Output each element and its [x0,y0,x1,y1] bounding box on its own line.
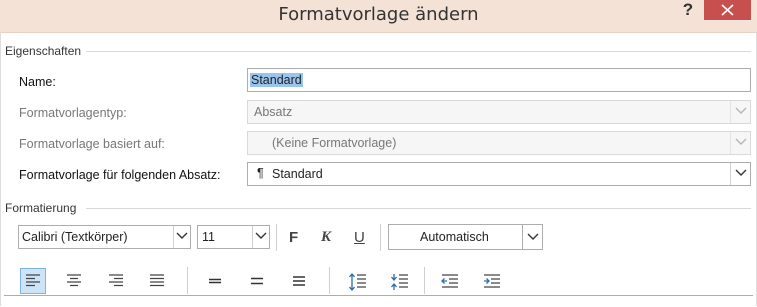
decrease-paragraph-spacing-icon [391,274,408,290]
increase-indent-icon [484,274,500,288]
chevron-down-icon [730,163,750,185]
toolbar-separator [424,267,425,294]
based-on-label: Formatvorlage basiert auf: [19,137,165,151]
double-spacing-icon [293,276,305,286]
next-style-select[interactable]: ¶ Standard [247,162,751,186]
preview-area [4,295,753,307]
align-center-icon [67,274,81,287]
align-right-button[interactable] [103,268,129,294]
font-color-select[interactable]: Automatisch [388,224,543,250]
align-left-button[interactable] [20,268,46,294]
chevron-down-icon [173,226,190,248]
increase-paragraph-spacing-button[interactable] [344,268,370,294]
properties-section-label: Eigenschaften [5,44,86,58]
font-value: Calibri (Textkörper) [22,230,128,244]
name-value: Standard [250,73,303,87]
type-label: Formatvorlagentyp: [19,106,127,120]
decrease-indent-icon [441,274,458,288]
one-half-spacing-button[interactable] [244,268,270,294]
justify-button[interactable] [144,268,170,294]
chevron-down-icon [252,226,269,248]
toolbar-separator [380,224,381,251]
toolbar-separator [187,267,188,294]
decrease-indent-button[interactable] [436,268,462,294]
chevron-down-icon [522,225,542,249]
type-value: Absatz [254,105,293,119]
chevron-down-icon [730,132,750,154]
toolbar-separator [329,267,330,294]
underline-button[interactable]: U [354,229,365,246]
bold-button[interactable]: F [289,229,298,246]
formatting-section-label: Formatierung [5,201,81,215]
dialog-title: Formatvorlage ändern [278,4,479,25]
double-spacing-button[interactable] [286,268,312,294]
title-bar: Formatvorlage ändern ? [0,0,757,33]
align-right-icon [109,274,123,287]
close-button[interactable] [704,0,751,20]
decrease-paragraph-spacing-button[interactable] [386,268,412,294]
type-select[interactable]: Absatz [247,100,751,124]
increase-indent-button[interactable] [478,268,504,294]
next-style-label: Formatvorlage für folgenden Absatz: [19,168,221,182]
align-center-button[interactable] [61,268,87,294]
based-on-select[interactable]: (Keine Formatvorlage) [247,131,751,155]
formatting-divider [86,208,751,209]
next-style-value: Standard [272,167,323,181]
name-field[interactable]: Standard [247,68,751,92]
justify-icon [150,274,164,287]
help-button[interactable]: ? [676,0,700,22]
toolbar-separator [276,224,277,251]
font-size-select[interactable]: 11 [197,225,270,249]
one-half-spacing-icon [251,277,263,285]
font-color-value: Automatisch [420,230,489,244]
italic-button[interactable]: K [321,229,331,246]
increase-paragraph-spacing-icon [349,272,366,292]
font-select[interactable]: Calibri (Textkörper) [18,225,191,249]
align-left-icon [26,274,40,287]
single-spacing-button[interactable] [202,268,228,294]
font-size-value: 11 [202,230,215,244]
properties-divider [86,51,751,52]
name-label: Name: [19,75,56,89]
based-on-value: (Keine Formatvorlage) [272,136,397,150]
close-icon [721,4,734,16]
single-spacing-icon [209,278,221,284]
pilcrow-icon: ¶ [257,166,264,180]
chevron-down-icon [730,101,750,123]
